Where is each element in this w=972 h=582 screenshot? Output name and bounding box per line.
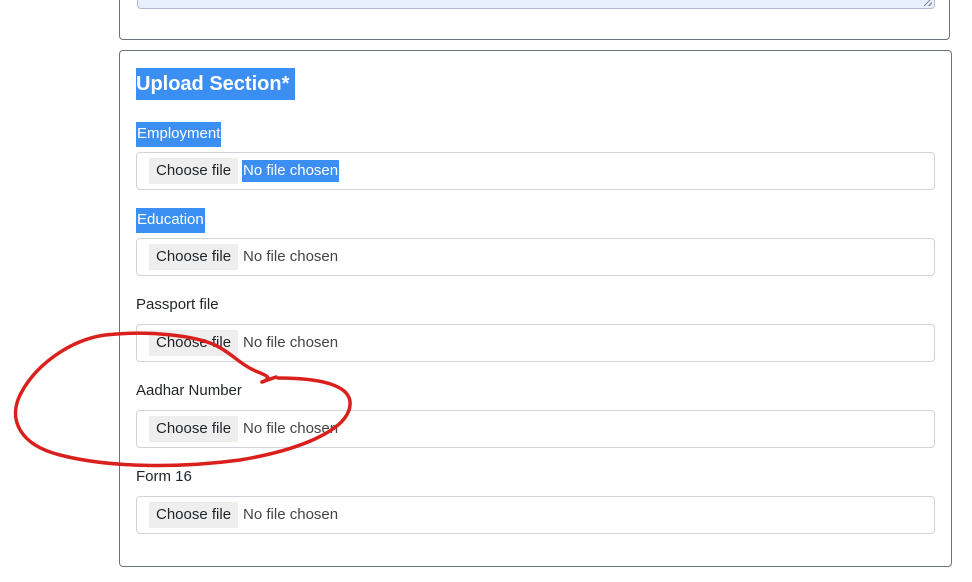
previous-card bbox=[119, 0, 950, 40]
choose-file-button[interactable]: Choose file bbox=[149, 158, 239, 184]
file-input-passport[interactable]: Choose file No file chosen bbox=[136, 324, 935, 362]
required-marker: * bbox=[281, 73, 290, 95]
field-label-aadhar: Aadhar Number bbox=[136, 382, 242, 399]
choose-file-button[interactable]: Choose file bbox=[149, 416, 239, 442]
section-title: Upload Section* bbox=[136, 68, 296, 100]
choose-file-button[interactable]: Choose file bbox=[149, 502, 239, 528]
file-input-form16[interactable]: Choose file No file chosen bbox=[136, 496, 935, 534]
file-status: No file chosen bbox=[243, 334, 339, 351]
textarea[interactable] bbox=[137, 0, 935, 9]
section-title-text: Upload Section bbox=[136, 73, 282, 95]
upload-section-card: Upload Section* Employment Choose file N… bbox=[119, 50, 952, 567]
file-input-employment[interactable]: Choose file No file chosen bbox=[136, 152, 935, 190]
page: Upload Section* Employment Choose file N… bbox=[0, 0, 972, 582]
choose-file-button[interactable]: Choose file bbox=[149, 330, 239, 356]
choose-file-button[interactable]: Choose file bbox=[149, 244, 239, 270]
field-label-education: Education bbox=[136, 208, 205, 233]
file-input-education[interactable]: Choose file No file chosen bbox=[136, 238, 935, 276]
field-label-passport: Passport file bbox=[136, 296, 219, 313]
file-status: No file chosen bbox=[242, 160, 340, 182]
resize-handle-icon[interactable] bbox=[924, 0, 932, 6]
field-label-form16: Form 16 bbox=[136, 468, 192, 485]
file-status: No file chosen bbox=[243, 420, 339, 437]
file-input-aadhar[interactable]: Choose file No file chosen bbox=[136, 410, 935, 448]
file-status: No file chosen bbox=[243, 248, 339, 265]
file-status: No file chosen bbox=[243, 506, 339, 523]
field-label-employment: Employment bbox=[136, 122, 222, 147]
